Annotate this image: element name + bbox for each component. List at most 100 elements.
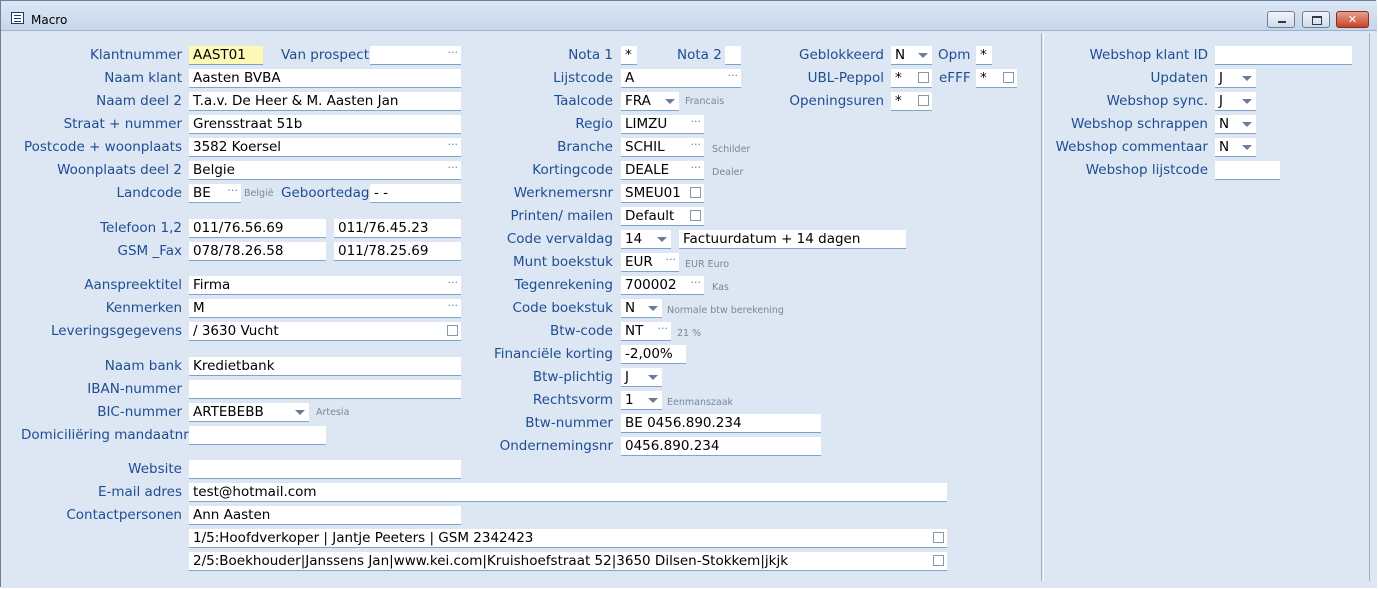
code-vervaldag-select[interactable]: 14 — [621, 230, 671, 249]
kortingcode-field[interactable]: DEALE ··· — [621, 161, 704, 180]
fin-korting-field[interactable]: -2,00% — [621, 345, 686, 364]
updaten-select[interactable]: J — [1215, 69, 1256, 88]
werknemersnr-field[interactable]: SMEU01 — [621, 184, 704, 203]
dropdown-arrow-icon[interactable] — [657, 237, 667, 242]
lookup-dots-icon[interactable]: ··· — [228, 184, 239, 198]
dropdown-arrow-icon[interactable] — [295, 410, 305, 415]
webshop-lijstcode-field[interactable] — [1215, 161, 1280, 180]
lookup-dots-icon[interactable]: ··· — [728, 69, 739, 83]
lookup-dots-icon[interactable]: ··· — [691, 276, 702, 290]
opm-field[interactable]: * — [976, 46, 992, 65]
woonplaats2-field[interactable]: Belgie ··· — [189, 161, 461, 180]
lookup-dots-icon[interactable]: ··· — [691, 138, 702, 152]
klantnummer-label: Klantnummer — [90, 47, 182, 63]
efff-checkbox[interactable] — [1003, 72, 1014, 83]
dropdown-arrow-icon[interactable] — [648, 306, 658, 311]
webshop-klant-id-field[interactable] — [1215, 46, 1352, 65]
expand-checkbox[interactable] — [690, 187, 701, 198]
nota1-field[interactable]: * — [621, 46, 637, 65]
naam-klant-field[interactable]: Aasten BVBA — [189, 69, 461, 88]
geblokkeerd-select[interactable]: N — [891, 46, 932, 65]
code-boekstuk-select[interactable]: N — [621, 299, 662, 318]
tegenrekening-field[interactable]: 700002 ··· — [621, 276, 704, 295]
iban-field[interactable] — [189, 380, 461, 399]
telefoon1-field[interactable]: 011/76.56.69 — [189, 219, 326, 238]
branche-field[interactable]: SCHIL ··· — [621, 138, 704, 157]
rechtsvorm-select[interactable]: 1 — [621, 391, 662, 410]
email-field[interactable]: test@hotmail.com — [189, 483, 947, 502]
btw-code-field[interactable]: NT ··· — [621, 322, 671, 341]
lookup-dots-icon[interactable]: ··· — [691, 161, 702, 175]
expand-checkbox[interactable] — [933, 532, 944, 543]
telefoon2-field[interactable]: 011/76.45.23 — [334, 219, 461, 238]
webshop-commentaar-select[interactable]: N — [1215, 138, 1256, 157]
dropdown-arrow-icon[interactable] — [665, 99, 675, 104]
btw-plichtig-select[interactable]: J — [621, 368, 662, 387]
expand-checkbox[interactable] — [690, 210, 701, 221]
straat-field[interactable]: Grensstraat 51b — [189, 115, 461, 134]
taalcode-select[interactable]: FRA — [621, 92, 679, 111]
contactpersonen-field[interactable]: Ann Aasten — [189, 506, 461, 525]
nota2-field[interactable] — [725, 46, 741, 65]
munt-field[interactable]: EUR ··· — [621, 253, 679, 272]
expand-checkbox[interactable] — [933, 555, 944, 566]
lookup-dots-icon[interactable]: ··· — [658, 322, 669, 336]
leveringsgegevens-field[interactable]: / 3630 Vucht — [189, 322, 461, 341]
landcode-value: BE — [193, 185, 211, 201]
geblokkeerd-label: Geblokkeerd — [799, 47, 884, 63]
minimize-button[interactable] — [1267, 11, 1295, 28]
regio-field[interactable]: LIMZU ··· — [621, 115, 704, 134]
btw-nummer-field[interactable]: BE 0456.890.234 — [621, 414, 821, 433]
dropdown-arrow-icon[interactable] — [1242, 122, 1252, 127]
expand-checkbox[interactable] — [447, 325, 458, 336]
bic-select[interactable]: ARTEBEBB — [189, 403, 309, 422]
dropdown-arrow-icon[interactable] — [918, 53, 928, 58]
title-bar[interactable]: Macro — [1, 1, 1377, 31]
aanspreektitel-field[interactable]: Firma ··· — [189, 276, 461, 295]
contact-line-1[interactable]: 1/5:Hoofdverkoper | Jantje Peeters | GSM… — [189, 529, 947, 548]
postcode-field[interactable]: 3582 Koersel ··· — [189, 138, 461, 157]
contact-line-2[interactable]: 2/5:Boekhouder|Janssens Jan|www.kei.com|… — [189, 552, 947, 571]
bic-value: ARTEBEBB — [193, 404, 264, 420]
dropdown-arrow-icon[interactable] — [1242, 145, 1252, 150]
lookup-dots-icon[interactable]: ··· — [448, 299, 459, 313]
btw-code-value: NT — [625, 323, 644, 339]
lookup-dots-icon[interactable]: ··· — [691, 115, 702, 129]
lookup-dots-icon[interactable]: ··· — [448, 161, 459, 175]
domiciliering-field[interactable] — [189, 426, 326, 445]
openingsuren-checkbox[interactable] — [918, 95, 929, 106]
naam-klant-value: Aasten BVBA — [193, 70, 281, 86]
naam-deel2-field[interactable]: T.a.v. De Heer & M. Aasten Jan — [189, 92, 461, 111]
lookup-dots-icon[interactable]: ··· — [448, 276, 459, 290]
ubl-peppol-checkbox[interactable] — [918, 72, 929, 83]
gsm-field[interactable]: 078/78.26.58 — [189, 242, 326, 261]
lookup-dots-icon[interactable]: ··· — [448, 46, 459, 60]
lijstcode-field[interactable]: A ··· — [621, 69, 741, 88]
ondernemingsnr-field[interactable]: 0456.890.234 — [621, 437, 821, 456]
naam-bank-field[interactable]: Kredietbank — [189, 357, 461, 376]
webshop-sync-select[interactable]: J — [1215, 92, 1256, 111]
fax-field[interactable]: 011/78.25.69 — [334, 242, 461, 261]
code-vervaldag-desc-field[interactable]: Factuurdatum + 14 dagen — [679, 230, 906, 249]
kenmerken-field[interactable]: M ··· — [189, 299, 461, 318]
website-field[interactable] — [189, 460, 461, 479]
dropdown-arrow-icon[interactable] — [1242, 99, 1252, 104]
dropdown-arrow-icon[interactable] — [1242, 76, 1252, 81]
close-button[interactable] — [1336, 11, 1369, 28]
lookup-dots-icon[interactable]: ··· — [666, 253, 677, 267]
van-prospect-field[interactable]: ··· — [370, 46, 461, 65]
kortingcode-hint: Dealer — [712, 167, 744, 178]
landcode-field[interactable]: BE ··· — [189, 184, 241, 203]
openingsuren-field[interactable]: * — [891, 92, 932, 111]
webshop-schrappen-select[interactable]: N — [1215, 115, 1256, 134]
lookup-dots-icon[interactable]: ··· — [448, 138, 459, 152]
ubl-peppol-field[interactable]: * — [891, 69, 932, 88]
form-icon[interactable] — [11, 12, 24, 24]
maximize-button[interactable] — [1302, 11, 1330, 28]
dropdown-arrow-icon[interactable] — [648, 398, 658, 403]
geboortedag-field[interactable]: - - — [370, 184, 461, 203]
efff-field[interactable]: * — [976, 69, 1017, 88]
klantnummer-field[interactable]: AAST01 — [189, 46, 263, 65]
printen-field[interactable]: Default — [621, 207, 704, 226]
dropdown-arrow-icon[interactable] — [648, 375, 658, 380]
